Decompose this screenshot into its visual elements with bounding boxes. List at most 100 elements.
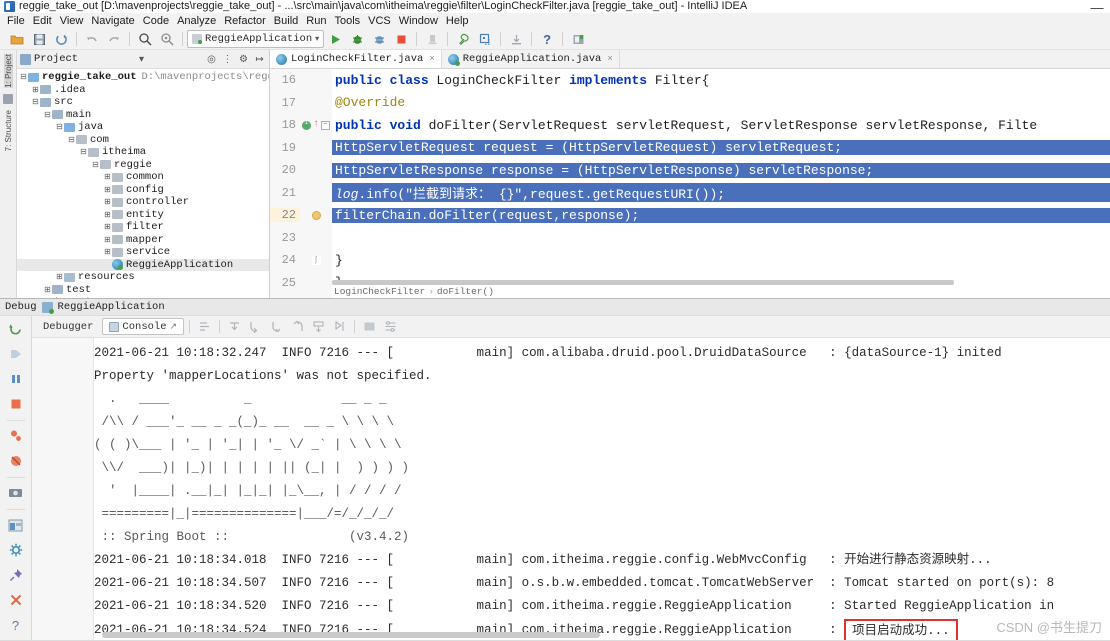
- tree-toggle-icon[interactable]: ⊞: [103, 235, 112, 245]
- menu-item-file[interactable]: File: [3, 13, 29, 29]
- pin-icon[interactable]: [6, 565, 26, 585]
- tree-node-entity[interactable]: ⊞entity: [17, 209, 269, 222]
- debug-icon[interactable]: [346, 29, 368, 49]
- console-output[interactable]: 2021-06-21 10:18:32.247 INFO 7216 --- [ …: [32, 338, 1110, 640]
- run-with-coverage-icon[interactable]: [368, 29, 390, 49]
- settings-icon[interactable]: [381, 317, 400, 336]
- evaluate-expression-icon[interactable]: [360, 317, 379, 336]
- pin-tab-icon[interactable]: ↗: [170, 322, 178, 332]
- tree-toggle-icon[interactable]: ⊞: [31, 85, 40, 95]
- step-over-icon[interactable]: [225, 317, 244, 336]
- ide-icon[interactable]: [567, 29, 589, 49]
- step-into-icon[interactable]: [246, 317, 265, 336]
- view-breakpoints-icon[interactable]: [6, 426, 26, 446]
- tree-toggle-icon[interactable]: ⊟: [43, 110, 52, 120]
- gutter-markers[interactable]: ⎰: [300, 256, 332, 265]
- tree-toggle-icon[interactable]: ⊞: [103, 197, 112, 207]
- console-horizontal-scrollbar[interactable]: [102, 632, 1098, 638]
- tab-console[interactable]: Console ↗: [102, 318, 184, 335]
- layout-settings-icon[interactable]: [6, 515, 26, 535]
- run-icon[interactable]: [324, 29, 346, 49]
- chevron-down-icon[interactable]: ▾: [315, 34, 319, 44]
- search-icon[interactable]: [134, 29, 156, 49]
- fold-icon[interactable]: −: [321, 121, 330, 130]
- tool-window-button-project[interactable]: 1: Project: [4, 54, 13, 88]
- tree-toggle-icon[interactable]: ⊟: [67, 135, 76, 145]
- breadcrumb-class[interactable]: LoginCheckFilter: [334, 286, 425, 297]
- hide-icon[interactable]: ↦: [253, 53, 266, 66]
- breadcrumb-method[interactable]: doFilter(): [437, 286, 494, 297]
- menu-item-build[interactable]: Build: [270, 13, 302, 29]
- update-project-icon[interactable]: [505, 29, 527, 49]
- gutter-markers[interactable]: [300, 211, 332, 220]
- force-step-into-icon[interactable]: [267, 317, 286, 336]
- tree-toggle-icon[interactable]: ⊟: [55, 122, 64, 132]
- menu-item-edit[interactable]: Edit: [29, 13, 56, 29]
- code-editor[interactable]: 16public class LoginCheckFilter implemen…: [270, 69, 1110, 298]
- chevron-down-icon[interactable]: ▾: [135, 53, 148, 66]
- tree-toggle-icon[interactable]: ⊟: [79, 147, 88, 157]
- minimize-button[interactable]: —: [1090, 2, 1104, 13]
- menu-item-help[interactable]: Help: [442, 13, 473, 29]
- tree-toggle-icon[interactable]: ⊞: [103, 172, 112, 182]
- tree-node--idea[interactable]: ⊞.idea: [17, 84, 269, 97]
- tree-node-reggie-take-out[interactable]: ⊟reggie_take_outD:\mavenprojects\reggie_…: [17, 71, 269, 84]
- tree-node-service[interactable]: ⊞service: [17, 246, 269, 259]
- drop-frame-icon[interactable]: [309, 317, 328, 336]
- menu-item-refactor[interactable]: Refactor: [220, 13, 270, 29]
- tree-node-itheima[interactable]: ⊟itheima: [17, 146, 269, 159]
- rerun-icon[interactable]: [6, 319, 26, 339]
- tree-toggle-icon[interactable]: ⊞: [103, 210, 112, 220]
- close-icon[interactable]: ×: [429, 54, 434, 64]
- tree-toggle-icon[interactable]: ⊞: [43, 285, 52, 295]
- menu-item-code[interactable]: Code: [139, 13, 173, 29]
- tree-node-controller[interactable]: ⊞controller: [17, 196, 269, 209]
- tree-toggle-icon[interactable]: ⊞: [103, 185, 112, 195]
- settings-wrench-icon[interactable]: [452, 29, 474, 49]
- tree-node-reggie[interactable]: ⊟reggie: [17, 159, 269, 172]
- favorites-icon[interactable]: [3, 94, 13, 104]
- fold-end-icon[interactable]: ⎰: [312, 256, 321, 265]
- project-tree[interactable]: ⊟reggie_take_outD:\mavenprojects\reggie_…: [17, 69, 269, 298]
- menu-item-navigate[interactable]: Navigate: [87, 13, 138, 29]
- editor-tab-logincheckfilter[interactable]: LoginCheckFilter.java ×: [270, 50, 442, 68]
- step-out-icon[interactable]: [288, 317, 307, 336]
- search-everywhere-icon[interactable]: [156, 29, 178, 49]
- db-icon[interactable]: [474, 29, 496, 49]
- tree-node-mapper[interactable]: ⊞mapper: [17, 234, 269, 247]
- tree-node-com[interactable]: ⊟com: [17, 134, 269, 147]
- tree-node-java[interactable]: ⊟java: [17, 121, 269, 134]
- open-folder-icon[interactable]: [6, 29, 28, 49]
- pause-icon[interactable]: [6, 369, 26, 389]
- settings-gear-icon[interactable]: [6, 540, 26, 560]
- sync-icon[interactable]: [50, 29, 72, 49]
- menu-item-vcs[interactable]: VCS: [364, 13, 395, 29]
- profile-icon[interactable]: [421, 29, 443, 49]
- menu-item-analyze[interactable]: Analyze: [173, 13, 220, 29]
- tree-toggle-icon[interactable]: ⊞: [55, 272, 64, 282]
- close-icon[interactable]: ×: [607, 54, 612, 64]
- close-icon[interactable]: [6, 590, 26, 610]
- mute-breakpoints-icon[interactable]: [6, 451, 26, 471]
- debug-config-name[interactable]: ReggieApplication: [58, 301, 165, 313]
- tree-node-main[interactable]: ⊟main: [17, 109, 269, 122]
- trace-icon[interactable]: [195, 317, 214, 336]
- tree-node-filter[interactable]: ⊞filter: [17, 221, 269, 234]
- menu-item-run[interactable]: Run: [302, 13, 330, 29]
- help-icon[interactable]: ?: [6, 615, 26, 635]
- run-to-cursor-icon[interactable]: [330, 317, 349, 336]
- menu-item-tools[interactable]: Tools: [330, 13, 364, 29]
- tree-node-src[interactable]: ⊟src: [17, 96, 269, 109]
- help-icon[interactable]: ?: [536, 29, 558, 49]
- menu-item-window[interactable]: Window: [395, 13, 442, 29]
- tree-toggle-icon[interactable]: ⊞: [103, 247, 112, 257]
- redo-icon[interactable]: [103, 29, 125, 49]
- camera-icon[interactable]: [6, 483, 26, 503]
- resume-program-icon[interactable]: [6, 344, 26, 364]
- collapse-all-icon[interactable]: ⋮: [221, 53, 234, 66]
- tab-debugger[interactable]: Debugger: [36, 318, 100, 335]
- settings-gear-icon[interactable]: ⚙: [237, 53, 250, 66]
- green-run-gutter-icon[interactable]: [302, 121, 311, 130]
- tree-node-common[interactable]: ⊞common: [17, 171, 269, 184]
- tool-window-button-structure[interactable]: 7: Structure: [4, 110, 13, 151]
